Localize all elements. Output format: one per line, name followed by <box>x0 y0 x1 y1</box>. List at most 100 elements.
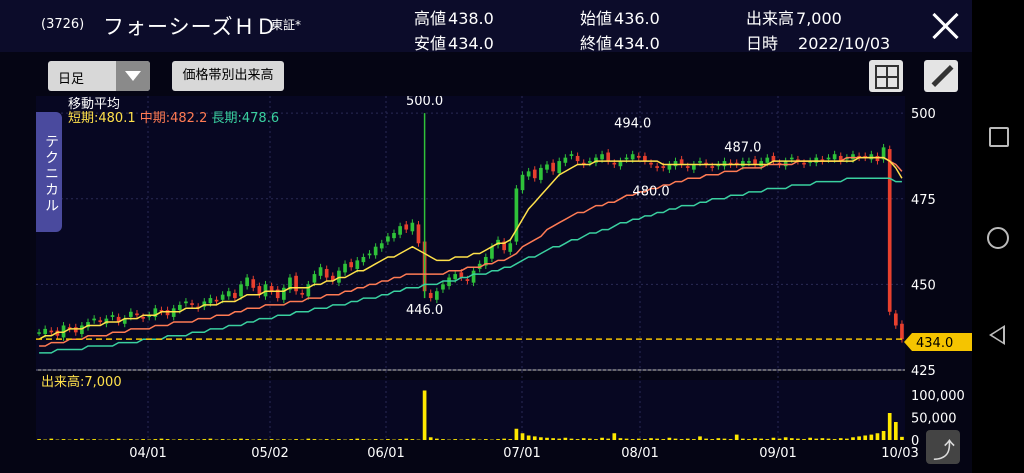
volume-bar <box>575 439 580 440</box>
stock-code: (3726) <box>41 17 85 32</box>
volume-tick-label: 50,000 <box>911 412 957 427</box>
y-tick-label: 475 <box>911 193 936 208</box>
candle-body <box>514 188 519 242</box>
layout-grid-button[interactable] <box>869 60 903 92</box>
candle-body <box>355 260 360 269</box>
candle-body <box>661 166 666 168</box>
candle-body <box>771 155 776 162</box>
volume-bar <box>282 439 286 440</box>
volume-bar <box>716 438 721 440</box>
period-label: 日足 <box>58 72 85 87</box>
volume-bar <box>398 439 402 440</box>
candle-body <box>416 224 421 244</box>
ma-short: 短期:480.1 <box>68 111 136 126</box>
volume-bar <box>294 439 298 440</box>
candle-body <box>392 233 396 239</box>
candle-body <box>508 243 513 252</box>
volume-bar <box>508 439 513 440</box>
volume-bar <box>165 439 170 440</box>
candle-body <box>251 279 256 288</box>
candle-body <box>92 318 96 321</box>
candle-body <box>337 270 341 283</box>
volume-bar <box>465 439 470 440</box>
volume-bar <box>386 439 390 440</box>
candle-body <box>832 154 837 160</box>
volume-bar <box>245 439 249 440</box>
back-icon[interactable] <box>989 325 1005 345</box>
candle-body <box>129 311 133 317</box>
recents-icon[interactable] <box>989 127 1009 147</box>
draw-button[interactable] <box>924 60 958 92</box>
candle-body <box>386 236 390 242</box>
candle-body <box>410 222 415 232</box>
low-price: 安値 434.0 <box>414 34 494 53</box>
period-select[interactable]: 日足 <box>48 61 150 91</box>
candle-body <box>655 166 659 168</box>
volume-bar <box>569 438 574 440</box>
candle-body <box>765 157 770 163</box>
volume-by-price-button[interactable]: 価格帯別出来高 <box>172 61 284 91</box>
volume-bar <box>857 436 861 440</box>
candle-body <box>551 162 555 172</box>
volume-bar <box>649 438 653 440</box>
volume-bar <box>881 431 886 440</box>
volume-bar <box>361 439 366 440</box>
volume-tick-label: 100,000 <box>911 389 965 404</box>
volume-bar <box>453 439 458 440</box>
volume-bar <box>722 438 727 440</box>
volume-bar <box>875 433 880 440</box>
candle-body <box>563 157 568 163</box>
candle-body <box>851 154 855 160</box>
volume-bar <box>636 438 641 440</box>
candle-body <box>447 277 451 287</box>
volume-bar <box>153 439 158 440</box>
candle-body <box>679 159 684 165</box>
candle-body <box>692 164 696 170</box>
candle-body <box>177 304 182 311</box>
volume-tick-label: 0 <box>911 434 919 449</box>
volume-bar <box>269 439 274 440</box>
volume-bar <box>110 439 115 440</box>
candle-body <box>361 256 366 263</box>
ma-values: 短期:480.1 中期:482.2 長期:478.6 <box>68 107 279 126</box>
volume-bar <box>796 438 800 440</box>
candle-body <box>190 303 194 305</box>
volume-bar <box>851 437 855 440</box>
price-panel <box>36 96 905 370</box>
candle-body <box>875 155 880 162</box>
technical-tab[interactable]: テクニカル <box>36 112 62 232</box>
rotate-screen-button[interactable] <box>926 430 960 465</box>
volume-bar <box>765 439 770 440</box>
y-tick-label: 500 <box>911 107 936 122</box>
volume-bar <box>129 439 133 440</box>
candle-body <box>294 275 298 292</box>
volume-bar <box>863 435 868 440</box>
candle-body <box>263 284 268 297</box>
candle-body <box>649 162 653 165</box>
candle-body <box>587 161 592 163</box>
candle-body <box>869 154 874 160</box>
candle-body <box>673 161 678 167</box>
volume-bar <box>655 438 659 440</box>
volume-bar <box>257 439 262 440</box>
volume-bar <box>202 439 207 440</box>
volume-bar <box>808 437 812 440</box>
price-chart[interactable]: 04/01 05/02 06/01 07/01 08/01 09/01 10/0350047… <box>0 96 972 473</box>
volume-bar <box>337 439 341 440</box>
volume-bar <box>49 438 54 440</box>
volume-bar <box>667 437 672 440</box>
volume-bar <box>73 439 78 440</box>
candle-body <box>404 224 409 230</box>
volume-bar <box>832 439 837 440</box>
ma-mid: 中期:482.2 <box>139 111 208 126</box>
volume-bar <box>61 439 66 440</box>
volume-bar <box>539 437 543 440</box>
candle-body <box>606 152 611 162</box>
ma-long: 長期:478.6 <box>211 111 280 126</box>
home-icon[interactable] <box>987 227 1009 249</box>
close-icon[interactable] <box>928 9 962 43</box>
candle-body <box>306 284 311 297</box>
volume-bar <box>753 438 757 440</box>
x-tick-label: 09/01 <box>759 446 796 461</box>
volume-bar <box>587 438 592 440</box>
